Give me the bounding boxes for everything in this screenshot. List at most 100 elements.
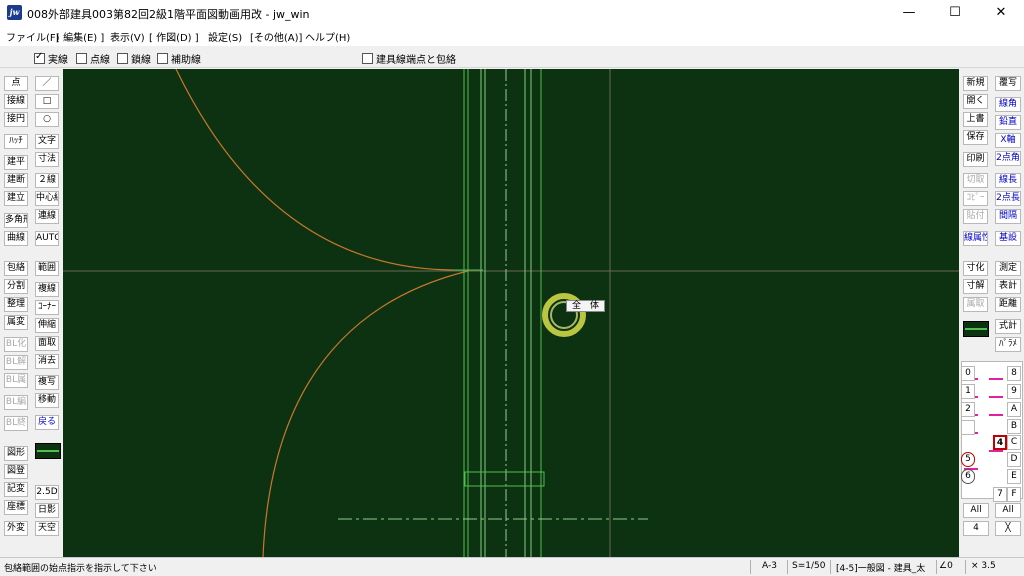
drawing-canvas[interactable]: 全 体 [63, 69, 959, 557]
layer-all-right-button[interactable]: All [995, 503, 1021, 518]
tool-measure[interactable]: 測定 [995, 261, 1021, 276]
checkbox-icon[interactable] [157, 53, 168, 64]
tool-line-angle[interactable]: 線角 [995, 97, 1021, 112]
tool-range[interactable]: 範囲 [35, 261, 59, 276]
tool-divide[interactable]: 分割 [4, 279, 28, 294]
tool-overwrite[interactable]: 上書 [963, 112, 988, 127]
tool-parametric[interactable]: ﾊﾟﾗﾒ [995, 337, 1021, 352]
status-zoom[interactable]: × 3.5 [971, 561, 996, 571]
tool-save[interactable]: 保存 [963, 130, 988, 145]
layer-5[interactable]: 5 [961, 452, 975, 467]
layer-f[interactable]: F [1007, 487, 1021, 502]
tool-bl-make[interactable]: BL化 [4, 337, 28, 352]
tool-cut[interactable]: 切取 [963, 173, 988, 188]
tool-text[interactable]: 文字 [35, 134, 59, 149]
tool-connect-line[interactable]: 連線 [35, 209, 59, 224]
layer-e[interactable]: E [1007, 469, 1021, 484]
tool-vertical[interactable]: 鉛直 [995, 115, 1021, 130]
layer-1[interactable]: 1 [961, 384, 975, 399]
tool-interval[interactable]: 間隔 [995, 209, 1021, 224]
layer-color-swatch[interactable] [963, 321, 989, 337]
tool-tangent-line[interactable]: 接線 [4, 94, 28, 109]
menu-file[interactable]: ファイル(F) [6, 29, 60, 44]
menu-edit[interactable]: [ 編集(E) ] [56, 29, 104, 44]
status-layer[interactable]: [4-5]一般図 - 建具_太 [836, 561, 925, 574]
tool-line-length[interactable]: 線長 [995, 173, 1021, 188]
tool-corner[interactable]: ｺｰﾅｰ [35, 300, 59, 315]
tool-chamfer[interactable]: 面取 [35, 336, 59, 351]
tool-tangent-circle[interactable]: 接円 [4, 112, 28, 127]
menu-help[interactable]: ヘルプ(H) [305, 29, 350, 44]
tool-external-change[interactable]: 外変 [4, 521, 28, 536]
layer-all-left-button[interactable]: All [963, 503, 989, 518]
tool-dim-break[interactable]: 寸解 [963, 279, 988, 294]
tool-erase[interactable]: 消去 [35, 354, 59, 369]
tool-bl-break[interactable]: BL解 [4, 355, 28, 370]
menu-draw[interactable]: [ 作図(D) ] [149, 29, 199, 44]
checkbox-icon[interactable] [117, 53, 128, 64]
close-button[interactable]: ✕ [978, 0, 1024, 26]
tool-new[interactable]: 新規 [963, 76, 988, 91]
layer-3[interactable]: 3 [961, 420, 975, 435]
tool-line[interactable]: ／ [35, 76, 59, 91]
tool-attr-change[interactable]: 属変 [4, 315, 28, 330]
layer-d[interactable]: D [1007, 452, 1021, 467]
tool-overwrite-copy[interactable]: 覆写 [995, 76, 1021, 91]
tool-circle[interactable]: ○ [35, 112, 59, 127]
layer-c[interactable]: C [1007, 435, 1021, 450]
tool-print[interactable]: 印刷 [963, 152, 988, 167]
tool-bl-attr[interactable]: BL属 [4, 373, 28, 388]
tool-dim-make[interactable]: 寸化 [963, 261, 988, 276]
tool-extend[interactable]: 伸縮 [35, 318, 59, 333]
layer-9[interactable]: 9 [1007, 384, 1021, 399]
tool-sky[interactable]: 天空 [35, 521, 59, 536]
layer-a[interactable]: A [1007, 402, 1021, 417]
app-logo-icon[interactable]: jw [7, 5, 22, 20]
checkbox-icon[interactable] [76, 53, 87, 64]
tool-hatch[interactable]: ﾊｯﾁ [4, 134, 28, 149]
tool-sun-shadow[interactable]: 日影 [35, 503, 59, 518]
tool-auto[interactable]: AUTO [35, 231, 59, 246]
tool-figure[interactable]: 図形 [4, 446, 28, 461]
layer-8[interactable]: 8 [1007, 366, 1021, 381]
minimize-button[interactable]: — [886, 0, 932, 26]
tool-double-line[interactable]: ２線 [35, 173, 59, 188]
layer-7[interactable]: 7 [993, 487, 1007, 502]
tool-copy[interactable]: 複写 [35, 375, 59, 390]
tool-line-attr[interactable]: 線属性 [963, 231, 988, 246]
layer-2[interactable]: 2 [961, 402, 975, 417]
tool-offset-line[interactable]: 複線 [35, 282, 59, 297]
checkbox-tensen[interactable]: 点線 [76, 51, 110, 66]
checkbox-icon[interactable] [362, 53, 373, 64]
tool-arch-elevation[interactable]: 建立 [4, 191, 28, 206]
tool-dimension[interactable]: 寸法 [35, 152, 59, 167]
checkbox-sasen[interactable]: 鎖線 [117, 51, 151, 66]
tool-2-5d[interactable]: 2.5D [35, 485, 59, 500]
menu-settings[interactable]: 設定(S) [208, 29, 242, 44]
layer-0[interactable]: 0 [961, 366, 975, 381]
tool-text-change[interactable]: 記変 [4, 482, 28, 497]
status-paper-size[interactable]: A-3 [762, 561, 777, 571]
tool-x-axis[interactable]: X軸 [995, 133, 1021, 148]
tool-paste[interactable]: 貼付 [963, 209, 988, 224]
tool-bl-end[interactable]: BL終 [4, 416, 28, 431]
tool-envelope[interactable]: 包絡 [4, 261, 28, 276]
layer-4-active[interactable]: 4 [993, 435, 1007, 450]
tool-organize[interactable]: 整理 [4, 297, 28, 312]
tool-copy-clip[interactable]: ｺﾋﾟｰ [963, 191, 988, 206]
tool-base-set[interactable]: 基設 [995, 231, 1021, 246]
tool-arch-plan[interactable]: 建平 [4, 155, 28, 170]
tool-distance[interactable]: 距離 [995, 297, 1021, 312]
tool-formula-calc[interactable]: 式計 [995, 319, 1021, 334]
drawing-svg[interactable] [63, 69, 959, 557]
tool-undo[interactable]: 戻る [35, 415, 59, 430]
status-scale[interactable]: S=1/50 [792, 561, 825, 571]
tool-curve[interactable]: 曲線 [4, 231, 28, 246]
line-color-swatch[interactable] [35, 443, 61, 459]
layer-6[interactable]: 6 [961, 469, 975, 484]
tool-table-calc[interactable]: 表計 [995, 279, 1021, 294]
tool-bl-edit[interactable]: BL編 [4, 395, 28, 410]
tool-polygon[interactable]: 多角形 [4, 213, 28, 228]
maximize-button[interactable]: ☐ [932, 0, 978, 26]
layer-group-button[interactable]: 4 [963, 521, 989, 536]
